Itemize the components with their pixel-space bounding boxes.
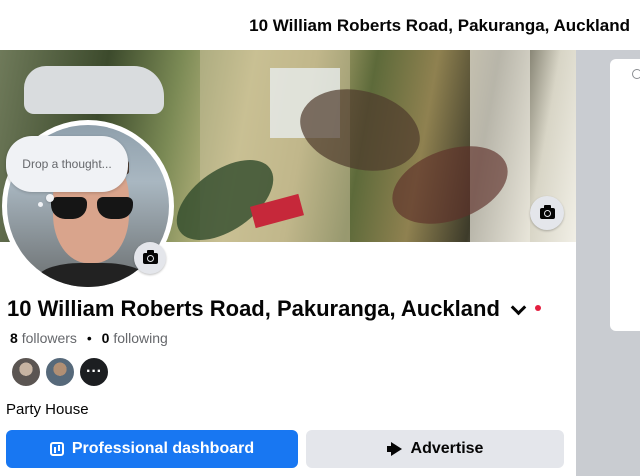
page-category: Party House [6, 401, 89, 418]
stats-separator: • [86, 330, 92, 346]
more-followers-button[interactable]: ··· [78, 356, 110, 388]
thought-bubble-placeholder: Drop a thought... [22, 157, 112, 171]
profile-picture-sunglasses [51, 197, 133, 221]
professional-dashboard-button[interactable]: Professional dashboard [6, 430, 298, 468]
advertise-label: Advertise [410, 440, 484, 457]
follower-avatar[interactable] [44, 356, 76, 388]
edit-profile-picture-button[interactable] [134, 242, 166, 274]
dashboard-icon [49, 442, 64, 456]
follower-avatar[interactable] [10, 356, 42, 388]
follow-stats: 8 followers • 0 following [10, 330, 168, 346]
right-rail-card[interactable] [610, 59, 640, 331]
top-bar: 10 William Roberts Road, Pakuranga, Auck… [0, 0, 640, 50]
profile-picture-shirt [37, 263, 147, 287]
camera-icon [142, 249, 158, 264]
thought-bubble[interactable]: Drop a thought... [6, 136, 128, 192]
thought-bubble-tail [46, 194, 54, 202]
following-count[interactable]: 0 [102, 330, 110, 346]
edit-cover-photo-button[interactable] [530, 196, 564, 230]
right-rail [576, 50, 640, 476]
notification-dot [535, 305, 541, 311]
professional-dashboard-label: Professional dashboard [71, 440, 255, 457]
profile-name: 10 William Roberts Road, Pakuranga, Auck… [7, 296, 500, 321]
followers-count[interactable]: 8 [10, 330, 18, 346]
cover-photo-car [24, 66, 164, 114]
thought-bubble-tail [38, 202, 43, 207]
page-header-title: 10 William Roberts Road, Pakuranga, Auck… [249, 16, 630, 35]
megaphone-icon [386, 442, 403, 456]
profile-main: Drop a thought... 10 William Roberts Roa… [0, 50, 576, 476]
followers-label[interactable]: followers [22, 330, 77, 346]
chevron-down-icon[interactable] [510, 301, 528, 317]
search-icon [632, 69, 640, 79]
following-label[interactable]: following [113, 330, 167, 346]
advertise-button[interactable]: Advertise [306, 430, 564, 468]
camera-icon [539, 204, 555, 219]
